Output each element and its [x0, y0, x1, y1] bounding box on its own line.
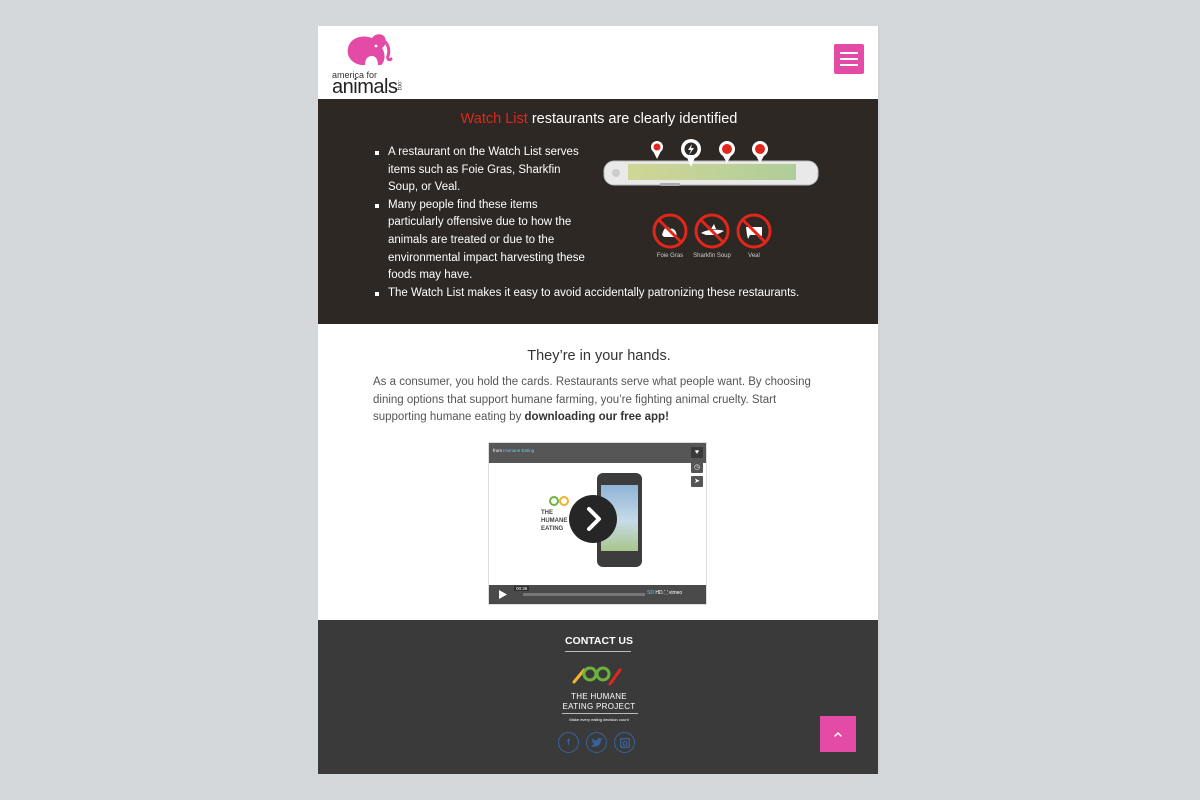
america-for-animals-logo[interactable]: america for animals .org — [332, 32, 408, 98]
footer-divider — [562, 713, 638, 714]
humane-eating-project-logo-icon — [572, 666, 622, 686]
watch-list-title: Watch List restaurants are clearly ident… — [318, 111, 880, 127]
watch-later-icon[interactable]: ◷ — [691, 462, 703, 473]
page-container: america for animals .org Watch List rest… — [318, 26, 880, 774]
like-icon[interactable]: ♥ — [691, 447, 703, 458]
logo-text-animals: animals — [332, 76, 398, 98]
share-icon[interactable]: ➤ — [691, 476, 703, 487]
video-progress-track[interactable] — [523, 593, 645, 596]
fullscreen-icon[interactable]: ⛶ — [664, 590, 668, 596]
site-footer: CONTACT US THE HUMANE EATING PROJECT Mak… — [318, 620, 880, 774]
video-source-link[interactable]: Humane Eating — [503, 448, 534, 453]
hamburger-menu-icon — [840, 52, 858, 54]
twitter-button[interactable] — [586, 732, 607, 753]
contact-underline — [565, 651, 631, 652]
contact-us-link[interactable]: CONTACT US — [318, 635, 880, 647]
vimeo-logo[interactable]: vimeo — [669, 590, 682, 596]
menu-button[interactable] — [834, 44, 864, 74]
list-item: The Watch List makes it easy to avoid ac… — [374, 285, 804, 303]
video-title-bar: from Humane Eating — [489, 443, 706, 463]
watch-list-highlight: Watch List — [460, 111, 528, 127]
page-edge — [878, 26, 880, 774]
twitter-icon — [591, 738, 603, 747]
phone-map-illustration — [603, 139, 819, 186]
download-app-link[interactable]: downloading our free app! — [525, 411, 669, 423]
footer-tagline: Make every eating decision count — [569, 717, 629, 722]
veal-label: Veal — [748, 253, 760, 259]
chevron-up-icon — [834, 732, 842, 737]
list-item: A restaurant on the Watch List serves it… — [374, 144, 588, 197]
instagram-icon — [620, 738, 630, 748]
veal-banned-icon — [736, 213, 772, 249]
play-icon[interactable] — [499, 590, 507, 599]
logo-text-org: .org — [396, 80, 402, 91]
sharkfin-soup-banned-icon — [694, 213, 730, 249]
scroll-to-top-button[interactable] — [820, 716, 856, 752]
site-header: america for animals .org — [318, 26, 880, 99]
video-controls: 00:36 SD HD ⛶ vimeo — [489, 585, 706, 604]
watch-list-section: Watch List restaurants are clearly ident… — [318, 99, 880, 324]
footer-org-name: THE HUMANE EATING PROJECT — [562, 692, 636, 711]
video-quality: SD HD ⛶ vimeo — [647, 590, 683, 596]
hands-title: They’re in your hands. — [527, 348, 671, 364]
list-item: Many people find these items particularl… — [374, 197, 588, 285]
play-button[interactable] — [569, 495, 617, 543]
video-time: 00:36 — [514, 586, 530, 591]
facebook-icon: f — [567, 737, 570, 747]
video-player[interactable]: from Humane Eating ♥ ◷ ➤ THE HUMANE EATI… — [488, 442, 707, 605]
elephant-icon — [347, 34, 393, 65]
hands-paragraph: As a consumer, you hold the cards. Resta… — [373, 374, 813, 427]
chevron-right-icon — [587, 507, 601, 531]
foie-gras-banned-icon — [652, 213, 688, 249]
banned-food-icons: Foie Gras Sharkfin Soup Veal — [652, 213, 782, 263]
instagram-button[interactable] — [614, 732, 635, 753]
facebook-button[interactable]: f — [558, 732, 579, 753]
video-from: from Humane Eating — [493, 448, 535, 453]
watch-list-title-rest: restaurants are clearly identified — [527, 111, 738, 127]
